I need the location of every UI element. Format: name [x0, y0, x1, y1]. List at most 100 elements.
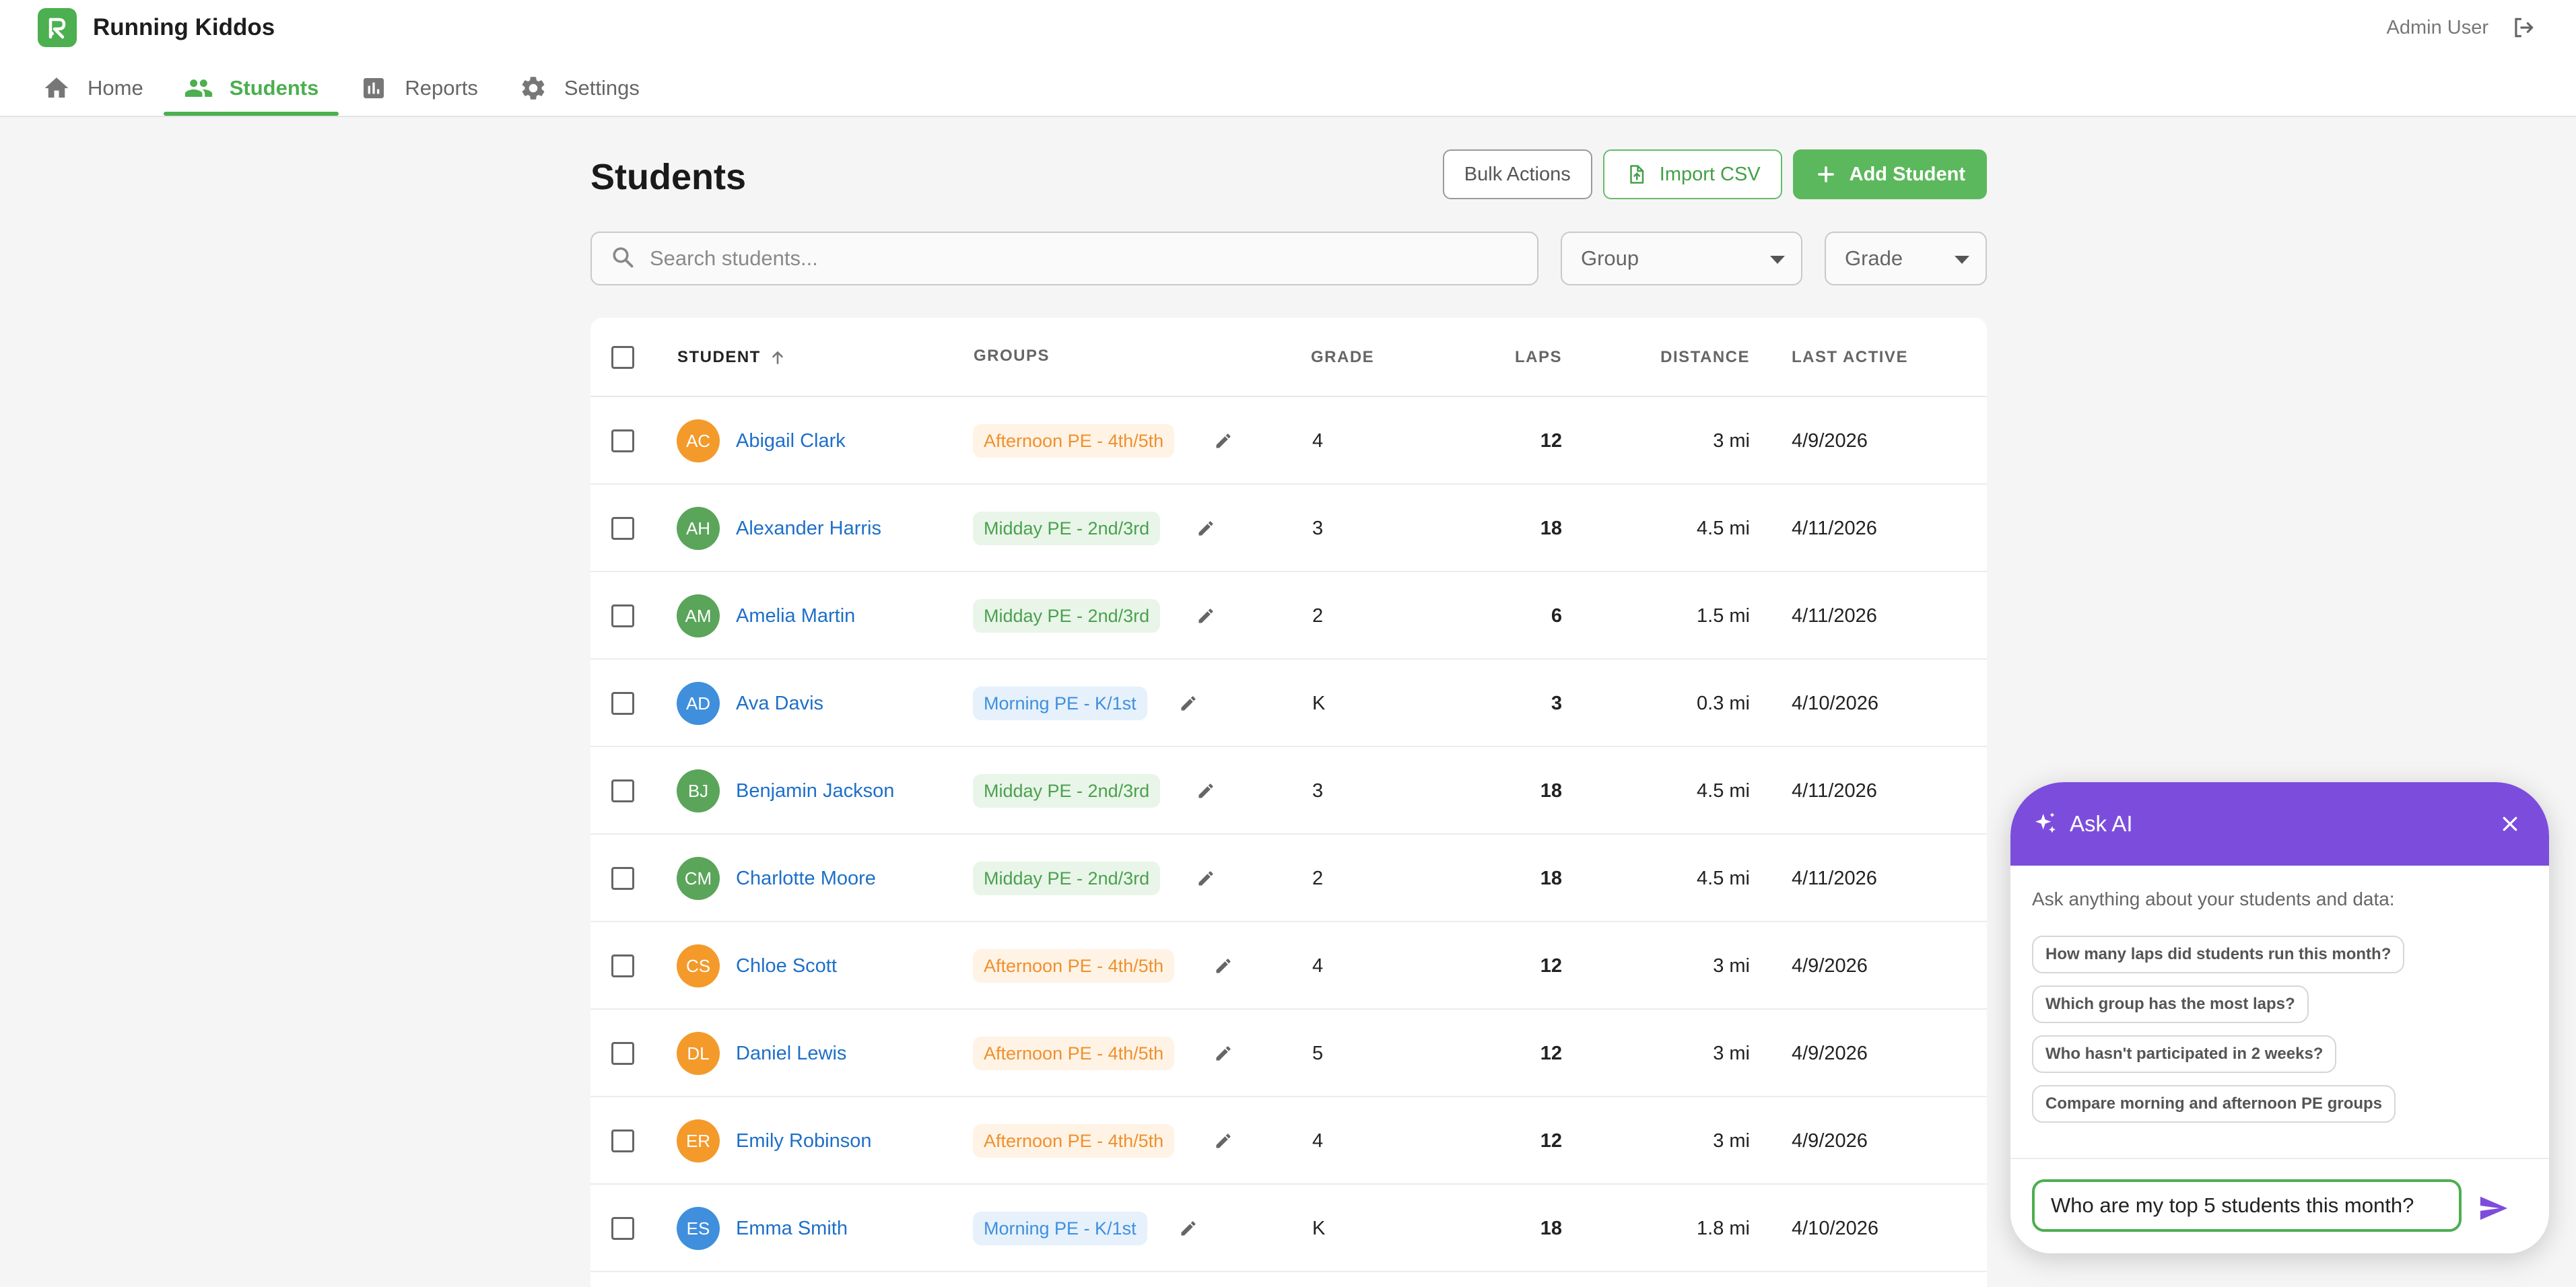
pencil-icon[interactable]	[1210, 952, 1237, 979]
ask-ai-input[interactable]	[2051, 1193, 2441, 1218]
sort-ascending-icon	[769, 349, 786, 366]
search-box[interactable]	[590, 232, 1538, 285]
add-student-button[interactable]: Add Student	[1792, 149, 1987, 199]
row-checkbox[interactable]	[611, 1129, 634, 1152]
suggestion-chip[interactable]: Who hasn't participated in 2 weeks?	[2032, 1035, 2337, 1073]
suggestion-chip[interactable]: Which group has the most laps?	[2032, 985, 2309, 1023]
group-filter-select[interactable]: Group	[1561, 232, 1802, 285]
import-csv-label: Import CSV	[1659, 163, 1761, 185]
student-name-link[interactable]: Chloe Scott	[736, 955, 837, 977]
add-student-label: Add Student	[1849, 163, 1965, 185]
group-edit-cell	[1175, 660, 1202, 747]
grade-filter-select[interactable]: Grade	[1825, 232, 1987, 285]
group-cell: Midday PE - 2nd/3rd	[973, 835, 1161, 922]
suggestion-chip[interactable]: How many laps did students run this mont…	[2032, 936, 2405, 973]
tab-home[interactable]: Home	[22, 61, 164, 116]
laps-cell: 18	[1540, 867, 1562, 889]
student-name-link[interactable]: Amelia Martin	[736, 605, 855, 627]
pencil-icon[interactable]	[1210, 427, 1237, 454]
logout-icon[interactable]	[2509, 13, 2538, 42]
user-name[interactable]: Admin User	[2387, 17, 2489, 39]
group-cell: Midday PE - 2nd/3rd	[973, 747, 1161, 835]
ask-ai-header: Ask AI	[2010, 782, 2549, 866]
student-name-link[interactable]: Alexander Harris	[736, 518, 881, 540]
ask-ai-panel: Ask AI Ask anything about your students …	[2010, 782, 2549, 1253]
group-filter-label: Group	[1581, 246, 1639, 270]
row-checkbox[interactable]	[611, 867, 634, 890]
ask-ai-input-box[interactable]	[2032, 1179, 2462, 1232]
send-icon[interactable]	[2472, 1187, 2514, 1229]
row-checkbox[interactable]	[611, 954, 634, 977]
last-active-cell: 4/9/2026	[1792, 954, 1868, 977]
app-name: Running Kiddos	[93, 14, 275, 40]
student-name-link[interactable]: Charlotte Moore	[736, 868, 876, 890]
pencil-icon[interactable]	[1175, 690, 1202, 717]
pencil-icon[interactable]	[1192, 515, 1219, 542]
bar-chart-icon	[359, 73, 388, 103]
avatar-initials: CM	[684, 868, 712, 889]
last-active-cell: 4/10/2026	[1792, 1217, 1879, 1239]
row-checkbox[interactable]	[611, 604, 634, 627]
header-grade-label: GRADE	[1311, 348, 1375, 366]
student-cell: ER Emily Robinson	[677, 1097, 871, 1185]
header-student-label: STUDENT	[677, 348, 761, 366]
pencil-icon[interactable]	[1210, 1127, 1237, 1154]
laps-cell: 3	[1551, 692, 1562, 714]
student-name-link[interactable]: Benjamin Jackson	[736, 780, 894, 802]
row-checkbox[interactable]	[611, 692, 634, 715]
header-last-active-label: LAST ACTIVE	[1792, 348, 1908, 366]
people-icon	[184, 73, 213, 103]
pencil-icon[interactable]	[1210, 1040, 1237, 1067]
table-row[interactable]: DL Daniel Lewis Afternoon PE - 4th/5th 5…	[590, 1010, 1987, 1097]
row-checkbox[interactable]	[611, 779, 634, 802]
table-row[interactable]: AM Amelia Martin Midday PE - 2nd/3rd 2 6…	[590, 572, 1987, 660]
pencil-icon[interactable]	[1175, 1215, 1202, 1242]
student-name-link[interactable]: Emily Robinson	[736, 1130, 871, 1152]
tab-students[interactable]: Students	[163, 61, 339, 116]
pencil-icon[interactable]	[1192, 602, 1219, 629]
avatar-initials: CS	[685, 955, 711, 976]
brand[interactable]: Running Kiddos	[38, 8, 275, 47]
student-name-link[interactable]: Daniel Lewis	[736, 1043, 846, 1065]
table-row[interactable]: ER Emily Robinson Afternoon PE - 4th/5th…	[590, 1097, 1987, 1185]
student-name-link[interactable]: Ava Davis	[736, 693, 823, 715]
suggestion-chip[interactable]: Compare morning and afternoon PE groups	[2032, 1085, 2396, 1123]
group-cell: Midday PE - 2nd/3rd	[973, 572, 1161, 660]
close-icon[interactable]	[2495, 809, 2525, 839]
row-checkbox[interactable]	[611, 517, 634, 540]
last-active-cell: 4/11/2026	[1792, 867, 1877, 889]
student-cell: AM Amelia Martin	[677, 572, 855, 660]
tab-reports-label: Reports	[405, 76, 478, 100]
tab-reports[interactable]: Reports	[339, 61, 498, 116]
last-active-cell: 4/11/2026	[1792, 779, 1877, 802]
row-checkbox[interactable]	[611, 1042, 634, 1065]
row-checkbox[interactable]	[611, 429, 634, 452]
pencil-icon[interactable]	[1192, 777, 1219, 804]
table-row[interactable]: CS Chloe Scott Afternoon PE - 4th/5th 4 …	[590, 922, 1987, 1010]
ask-ai-title: Ask AI	[2070, 811, 2133, 836]
header-distance: DISTANCE	[1660, 318, 1750, 397]
user-area: Admin User	[2387, 9, 2539, 46]
student-name-link[interactable]: Abigail Clark	[736, 430, 846, 452]
search-input[interactable]	[650, 246, 1525, 271]
group-chip: Morning PE - K/1st	[973, 1212, 1147, 1245]
header-student[interactable]: STUDENT	[677, 318, 786, 397]
student-cell: CM Charlotte Moore	[677, 835, 876, 922]
pencil-icon[interactable]	[1192, 865, 1219, 892]
import-csv-button[interactable]: Import CSV	[1602, 149, 1782, 199]
table-row[interactable]: ES Emma Smith Morning PE - K/1st K 18 1.…	[590, 1185, 1987, 1272]
bulk-actions-button[interactable]: Bulk Actions	[1442, 149, 1592, 199]
select-all-checkbox[interactable]	[611, 346, 634, 369]
table-row[interactable]: BJ Benjamin Jackson Midday PE - 2nd/3rd …	[590, 747, 1987, 835]
student-cell: AC Abigail Clark	[677, 397, 846, 485]
table-row[interactable]: CM Charlotte Moore Midday PE - 2nd/3rd 2…	[590, 835, 1987, 922]
table-row[interactable]: AC Abigail Clark Afternoon PE - 4th/5th …	[590, 397, 1987, 485]
student-name-link[interactable]: Emma Smith	[736, 1218, 848, 1240]
table-row[interactable]: AH Alexander Harris Midday PE - 2nd/3rd …	[590, 485, 1987, 572]
divider	[2010, 1158, 2549, 1159]
row-checkbox[interactable]	[611, 1217, 634, 1240]
tab-settings[interactable]: Settings	[498, 61, 660, 116]
app-bar: Running Kiddos Admin User Home Students	[0, 0, 2576, 117]
table-row[interactable]: AD Ava Davis Morning PE - K/1st K 3 0.3 …	[590, 660, 1987, 747]
sparkle-icon	[2031, 809, 2060, 839]
